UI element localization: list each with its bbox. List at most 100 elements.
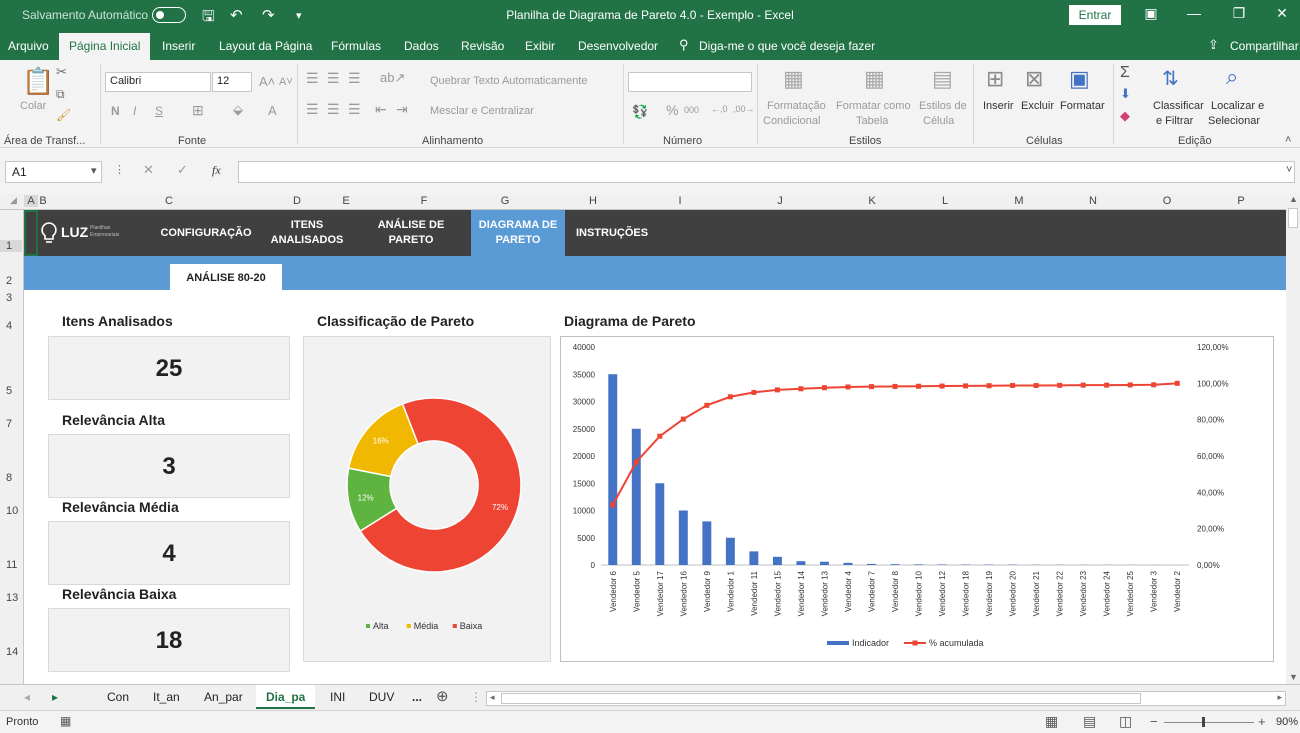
insert-cells-button[interactable]: Inserir [983, 100, 1014, 112]
format-table-label-2[interactable]: Tabela [856, 115, 888, 127]
find-icon[interactable]: ⌕ [1226, 64, 1238, 90]
column-header[interactable]: J [724, 195, 836, 207]
add-sheet-icon[interactable]: ⊕ [436, 687, 449, 705]
row-header[interactable]: 8 [0, 472, 22, 484]
format-cells-icon[interactable]: ▣ [1069, 66, 1090, 92]
scroll-left-icon[interactable]: ◂ [490, 692, 495, 703]
row-header[interactable]: 13 [0, 592, 22, 604]
tab-pagina-inicial[interactable]: Página Inicial [59, 33, 151, 60]
paste-icon[interactable]: 📋 [22, 66, 54, 97]
sort-filter-label-1[interactable]: Classificar [1153, 100, 1204, 112]
tab-exibir[interactable]: Exibir [525, 39, 555, 53]
zoom-level[interactable]: 90% [1276, 716, 1298, 728]
number-format-combo[interactable] [628, 72, 752, 92]
shrink-font-icon[interactable]: A˅ [279, 76, 293, 88]
fill-color-icon[interactable]: ⬙ [233, 102, 243, 118]
fill-icon[interactable]: ⬇ [1120, 86, 1131, 102]
orientation-icon[interactable]: ab↗ [380, 70, 405, 86]
sort-filter-label-2[interactable]: e Filtrar [1156, 115, 1193, 127]
column-header[interactable]: D [290, 195, 304, 207]
column-header[interactable]: A [24, 195, 38, 207]
zoom-in-icon[interactable]: + [1258, 714, 1266, 729]
percent-button[interactable]: % [666, 102, 678, 118]
scroll-down-icon[interactable]: ▼ [1289, 672, 1298, 682]
column-header[interactable]: C [48, 195, 290, 207]
tabs-splitter-icon[interactable]: ⋮ [470, 690, 482, 704]
sheet-tab[interactable]: DUV [369, 690, 394, 704]
align-middle-icon[interactable]: ☰ [327, 70, 340, 87]
column-header[interactable]: P [1204, 195, 1278, 207]
format-table-icon[interactable]: ▦ [864, 66, 885, 92]
cell-styles-label-1[interactable]: Estilos de [919, 100, 967, 112]
close-icon[interactable]: ✕ [1268, 5, 1296, 22]
select-all-icon[interactable]: ◢ [10, 195, 17, 206]
sheet-tab[interactable]: An_par [204, 690, 243, 704]
page-break-view-icon[interactable]: ◫ [1119, 713, 1132, 730]
redo-icon[interactable]: ↷ [262, 6, 275, 24]
cut-icon[interactable]: ✂ [56, 64, 67, 80]
column-header[interactable]: O [1130, 195, 1204, 207]
format-cells-button[interactable]: Formatar [1060, 100, 1105, 112]
column-header[interactable]: L [908, 195, 982, 207]
nav-diagrama-pareto[interactable]: DIAGRAMA DE PARETO [471, 210, 565, 256]
column-header[interactable]: N [1056, 195, 1130, 207]
scroll-right-icon[interactable]: ▸ [1277, 692, 1282, 703]
macro-record-icon[interactable]: ▦ [60, 714, 71, 728]
column-header[interactable]: K [836, 195, 908, 207]
row-header[interactable]: 2 [0, 275, 22, 287]
tab-inserir[interactable]: Inserir [162, 39, 195, 53]
cell-styles-icon[interactable]: ▤ [932, 66, 953, 92]
more-sheets-button[interactable]: ... [412, 690, 422, 704]
row-header[interactable]: 10 [0, 505, 22, 517]
autosave-toggle[interactable] [152, 7, 186, 23]
tell-me-input[interactable]: Diga-me o que você deseja fazer [699, 39, 875, 53]
column-header[interactable]: I [636, 195, 724, 207]
align-left-icon[interactable]: ☰ [306, 101, 319, 118]
expand-formula-icon[interactable]: ˅ [1286, 164, 1292, 176]
delete-cells-icon[interactable]: ⊠ [1025, 66, 1043, 92]
ribbon-display-icon[interactable]: ▣ [1137, 5, 1165, 22]
tab-formulas[interactable]: Fórmulas [331, 39, 381, 53]
align-bottom-icon[interactable]: ☰ [348, 70, 361, 87]
column-header[interactable]: G [460, 195, 550, 207]
italic-button[interactable]: I [133, 104, 136, 118]
nav-instrucoes[interactable]: INSTRUÇÕES [569, 210, 655, 256]
delete-cells-button[interactable]: Excluir [1021, 100, 1054, 112]
nav-configuracao[interactable]: CONFIGURAÇÃO [152, 210, 260, 256]
find-select-label-2[interactable]: Selecionar [1208, 115, 1260, 127]
column-header[interactable]: F [388, 195, 460, 207]
active-cell-a1[interactable] [24, 210, 38, 256]
sort-filter-icon[interactable]: ⇅ [1162, 66, 1179, 91]
namebox-dropdown-icon[interactable]: ▾ [91, 164, 97, 177]
row-header[interactable]: 11 [0, 559, 22, 571]
copy-icon[interactable]: ⧉ [56, 87, 65, 102]
nav-analise-pareto[interactable]: ANÁLISE DE PARETO [368, 210, 454, 256]
next-sheet-icon[interactable]: ▸ [52, 690, 58, 704]
undo-icon[interactable]: ↶ [230, 6, 243, 24]
vertical-scrollbar[interactable]: ▲ ▼ [1286, 194, 1300, 684]
font-color-icon[interactable]: A [268, 103, 277, 118]
borders-icon[interactable]: ⊞ [192, 102, 204, 119]
prev-sheet-icon[interactable]: ◂ [24, 690, 30, 704]
align-top-icon[interactable]: ☰ [306, 70, 319, 87]
name-box[interactable]: A1 [5, 161, 102, 183]
decrease-indent-icon[interactable]: ⇤ [375, 101, 387, 118]
scroll-thumb[interactable] [1288, 208, 1298, 228]
row-header[interactable]: 1 [0, 240, 22, 252]
wrap-text-button[interactable]: Quebrar Texto Automaticamente [430, 75, 588, 87]
column-header[interactable]: H [550, 195, 636, 207]
cond-format-label-1[interactable]: Formatação [767, 100, 826, 112]
normal-view-icon[interactable]: ▦ [1045, 713, 1058, 730]
subtab-analise-80-20[interactable]: ANÁLISE 80-20 [170, 264, 282, 290]
signin-button[interactable]: Entrar [1069, 5, 1121, 25]
zoom-slider[interactable] [1164, 722, 1254, 723]
increase-decimal-icon[interactable]: ←,0 [711, 104, 728, 114]
nav-itens-analisados[interactable]: ITENS ANALISADOS [264, 210, 350, 256]
row-header[interactable]: 14 [0, 646, 22, 658]
save-icon[interactable]: 🖫 [202, 6, 215, 31]
formula-input[interactable] [238, 161, 1295, 183]
row-header[interactable]: 4 [0, 320, 22, 332]
autosum-icon[interactable]: Σ [1120, 64, 1130, 82]
cond-format-label-2[interactable]: Condicional [763, 115, 820, 127]
sheet-tab[interactable]: Con [107, 690, 129, 704]
